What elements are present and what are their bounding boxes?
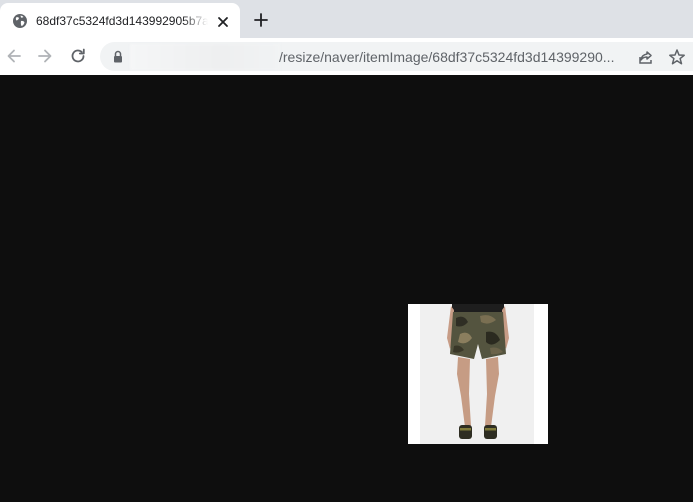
- globe-icon: [13, 14, 27, 28]
- page-viewport: [0, 75, 693, 502]
- reload-icon[interactable]: [68, 46, 88, 66]
- product-image[interactable]: [408, 304, 548, 444]
- browser-toolbar: /resize/naver/itemImage/68df37c5324fd3d1…: [0, 38, 693, 75]
- tab-title: 68df37c5324fd3d143992905b7a: [36, 14, 208, 28]
- address-bar[interactable]: /resize/naver/itemImage/68df37c5324fd3d1…: [100, 42, 693, 71]
- back-arrow-icon[interactable]: [4, 46, 24, 66]
- forward-arrow-icon[interactable]: [35, 46, 55, 66]
- share-icon[interactable]: [637, 48, 655, 66]
- blurred-domain: [130, 44, 280, 70]
- tab-strip: 68df37c5324fd3d143992905b7a: [0, 0, 693, 38]
- active-tab[interactable]: 68df37c5324fd3d143992905b7a: [0, 3, 240, 38]
- url-path: /resize/naver/itemImage/68df37c5324fd3d1…: [279, 49, 615, 65]
- star-icon[interactable]: [668, 48, 686, 66]
- lock-icon[interactable]: [112, 50, 124, 63]
- close-icon[interactable]: [215, 14, 231, 30]
- new-tab-button[interactable]: [252, 11, 270, 29]
